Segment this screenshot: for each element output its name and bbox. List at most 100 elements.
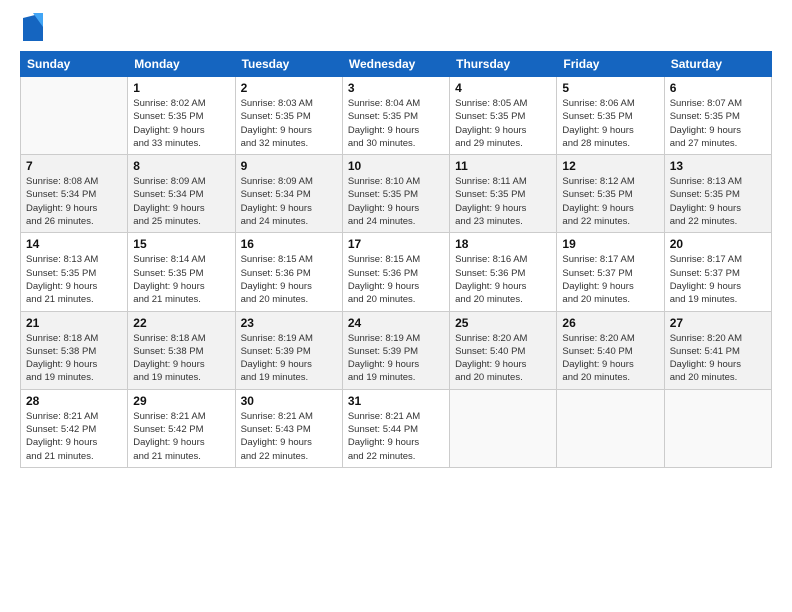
- calendar-cell: 25Sunrise: 8:20 AMSunset: 5:40 PMDayligh…: [450, 311, 557, 389]
- day-number: 1: [133, 81, 229, 95]
- calendar-week-row: 7 Sunrise: 8:08 AMSunset: 5:34 PMDaylight…: [21, 155, 772, 233]
- day-number: 16: [241, 237, 337, 251]
- day-info: Sunrise: 8:09 AMSunset: 5:34 PMDaylight:…: [133, 175, 229, 228]
- calendar-week-row: 21 Sunrise: 8:18 AMSunset: 5:38 PMDayligh…: [21, 311, 772, 389]
- day-info: Sunrise: 8:06 AMSunset: 5:35 PMDaylight:…: [562, 97, 658, 150]
- calendar-cell: 15 Sunrise: 8:14 AMSunset: 5:35 PMDayligh…: [128, 233, 235, 311]
- calendar-cell: 24 Sunrise: 8:19 AMSunset: 5:39 PMDayligh…: [342, 311, 449, 389]
- calendar-cell: [664, 389, 771, 467]
- calendar-header-sunday: Sunday: [21, 52, 128, 77]
- day-number: 30: [241, 394, 337, 408]
- day-number: 15: [133, 237, 229, 251]
- calendar-cell: 4 Sunrise: 8:05 AMSunset: 5:35 PMDaylight…: [450, 77, 557, 155]
- page-header: [20, 18, 772, 41]
- day-info: Sunrise: 8:12 AMSunset: 5:35 PMDaylight:…: [562, 175, 658, 228]
- day-number: 3: [348, 81, 444, 95]
- day-info: Sunrise: 8:19 AMSunset: 5:39 PMDaylight:…: [348, 332, 444, 385]
- logo: [20, 18, 43, 41]
- day-number: 27: [670, 316, 766, 330]
- day-info: Sunrise: 8:13 AMSunset: 5:35 PMDaylight:…: [26, 253, 122, 306]
- calendar-cell: 18 Sunrise: 8:16 AMSunset: 5:36 PMDayligh…: [450, 233, 557, 311]
- calendar-cell: [21, 77, 128, 155]
- calendar-cell: 1Sunrise: 8:02 AMSunset: 5:35 PMDaylight…: [128, 77, 235, 155]
- calendar-cell: 6Sunrise: 8:07 AMSunset: 5:35 PMDaylight…: [664, 77, 771, 155]
- day-info: Sunrise: 8:18 AMSunset: 5:38 PMDaylight:…: [133, 332, 229, 385]
- day-info: Sunrise: 8:10 AMSunset: 5:35 PMDaylight:…: [348, 175, 444, 228]
- day-info: Sunrise: 8:15 AMSunset: 5:36 PMDaylight:…: [241, 253, 337, 306]
- day-info: Sunrise: 8:16 AMSunset: 5:36 PMDaylight:…: [455, 253, 551, 306]
- calendar-header-row: SundayMondayTuesdayWednesdayThursdayFrid…: [21, 52, 772, 77]
- day-info: Sunrise: 8:08 AMSunset: 5:34 PMDaylight:…: [26, 175, 122, 228]
- day-number: 22: [133, 316, 229, 330]
- calendar-header-saturday: Saturday: [664, 52, 771, 77]
- calendar-cell: 30 Sunrise: 8:21 AMSunset: 5:43 PMDayligh…: [235, 389, 342, 467]
- day-info: Sunrise: 8:05 AMSunset: 5:35 PMDaylight:…: [455, 97, 551, 150]
- calendar-cell: 2 Sunrise: 8:03 AMSunset: 5:35 PMDaylight…: [235, 77, 342, 155]
- calendar-cell: 19 Sunrise: 8:17 AMSunset: 5:37 PMDayligh…: [557, 233, 664, 311]
- calendar-cell: 21 Sunrise: 8:18 AMSunset: 5:38 PMDayligh…: [21, 311, 128, 389]
- calendar-cell: [450, 389, 557, 467]
- calendar-cell: 20Sunrise: 8:17 AMSunset: 5:37 PMDayligh…: [664, 233, 771, 311]
- day-number: 23: [241, 316, 337, 330]
- calendar-cell: 16 Sunrise: 8:15 AMSunset: 5:36 PMDayligh…: [235, 233, 342, 311]
- day-number: 4: [455, 81, 551, 95]
- calendar-header-monday: Monday: [128, 52, 235, 77]
- day-number: 11: [455, 159, 551, 173]
- day-number: 5: [562, 81, 658, 95]
- day-info: Sunrise: 8:13 AMSunset: 5:35 PMDaylight:…: [670, 175, 766, 228]
- logo-icon: [23, 13, 43, 41]
- day-info: Sunrise: 8:21 AMSunset: 5:44 PMDaylight:…: [348, 410, 444, 463]
- calendar-cell: [557, 389, 664, 467]
- day-info: Sunrise: 8:15 AMSunset: 5:36 PMDaylight:…: [348, 253, 444, 306]
- day-number: 29: [133, 394, 229, 408]
- calendar-week-row: 14 Sunrise: 8:13 AMSunset: 5:35 PMDayligh…: [21, 233, 772, 311]
- day-info: Sunrise: 8:17 AMSunset: 5:37 PMDaylight:…: [562, 253, 658, 306]
- day-info: Sunrise: 8:04 AMSunset: 5:35 PMDaylight:…: [348, 97, 444, 150]
- day-number: 9: [241, 159, 337, 173]
- calendar-cell: 23Sunrise: 8:19 AMSunset: 5:39 PMDayligh…: [235, 311, 342, 389]
- calendar-cell: 29 Sunrise: 8:21 AMSunset: 5:42 PMDayligh…: [128, 389, 235, 467]
- day-number: 26: [562, 316, 658, 330]
- calendar-cell: 28Sunrise: 8:21 AMSunset: 5:42 PMDayligh…: [21, 389, 128, 467]
- calendar-header-wednesday: Wednesday: [342, 52, 449, 77]
- day-number: 18: [455, 237, 551, 251]
- calendar-cell: 7 Sunrise: 8:08 AMSunset: 5:34 PMDaylight…: [21, 155, 128, 233]
- day-info: Sunrise: 8:21 AMSunset: 5:42 PMDaylight:…: [133, 410, 229, 463]
- calendar-cell: 12 Sunrise: 8:12 AMSunset: 5:35 PMDayligh…: [557, 155, 664, 233]
- day-number: 6: [670, 81, 766, 95]
- calendar-table: SundayMondayTuesdayWednesdayThursdayFrid…: [20, 51, 772, 468]
- day-number: 12: [562, 159, 658, 173]
- calendar-week-row: 28 Sunrise: 8:21 AMSunset: 5:42 PMDayligh…: [21, 389, 772, 467]
- calendar-cell: 22 Sunrise: 8:18 AMSunset: 5:38 PMDayligh…: [128, 311, 235, 389]
- day-number: 31: [348, 394, 444, 408]
- calendar-cell: 8 Sunrise: 8:09 AMSunset: 5:34 PMDaylight…: [128, 155, 235, 233]
- calendar-cell: 10 Sunrise: 8:10 AMSunset: 5:35 PMDayligh…: [342, 155, 449, 233]
- day-number: 2: [241, 81, 337, 95]
- day-number: 25: [455, 316, 551, 330]
- calendar-cell: 26Sunrise: 8:20 AMSunset: 5:40 PMDayligh…: [557, 311, 664, 389]
- day-info: Sunrise: 8:17 AMSunset: 5:37 PMDaylight:…: [670, 253, 766, 306]
- day-number: 7: [26, 159, 122, 173]
- calendar-cell: 11 Sunrise: 8:11 AMSunset: 5:35 PMDayligh…: [450, 155, 557, 233]
- calendar-cell: 27 Sunrise: 8:20 AMSunset: 5:41 PMDayligh…: [664, 311, 771, 389]
- calendar-cell: 14 Sunrise: 8:13 AMSunset: 5:35 PMDayligh…: [21, 233, 128, 311]
- calendar-header-thursday: Thursday: [450, 52, 557, 77]
- day-info: Sunrise: 8:14 AMSunset: 5:35 PMDaylight:…: [133, 253, 229, 306]
- day-info: Sunrise: 8:11 AMSunset: 5:35 PMDaylight:…: [455, 175, 551, 228]
- day-number: 19: [562, 237, 658, 251]
- day-info: Sunrise: 8:18 AMSunset: 5:38 PMDaylight:…: [26, 332, 122, 385]
- day-info: Sunrise: 8:21 AMSunset: 5:43 PMDaylight:…: [241, 410, 337, 463]
- day-info: Sunrise: 8:09 AMSunset: 5:34 PMDaylight:…: [241, 175, 337, 228]
- day-info: Sunrise: 8:20 AMSunset: 5:41 PMDaylight:…: [670, 332, 766, 385]
- day-info: Sunrise: 8:03 AMSunset: 5:35 PMDaylight:…: [241, 97, 337, 150]
- calendar-cell: 17Sunrise: 8:15 AMSunset: 5:36 PMDayligh…: [342, 233, 449, 311]
- day-number: 28: [26, 394, 122, 408]
- day-number: 21: [26, 316, 122, 330]
- day-number: 24: [348, 316, 444, 330]
- day-number: 8: [133, 159, 229, 173]
- calendar-week-row: 1Sunrise: 8:02 AMSunset: 5:35 PMDaylight…: [21, 77, 772, 155]
- day-number: 14: [26, 237, 122, 251]
- day-number: 10: [348, 159, 444, 173]
- calendar-cell: 31 Sunrise: 8:21 AMSunset: 5:44 PMDayligh…: [342, 389, 449, 467]
- calendar-header-friday: Friday: [557, 52, 664, 77]
